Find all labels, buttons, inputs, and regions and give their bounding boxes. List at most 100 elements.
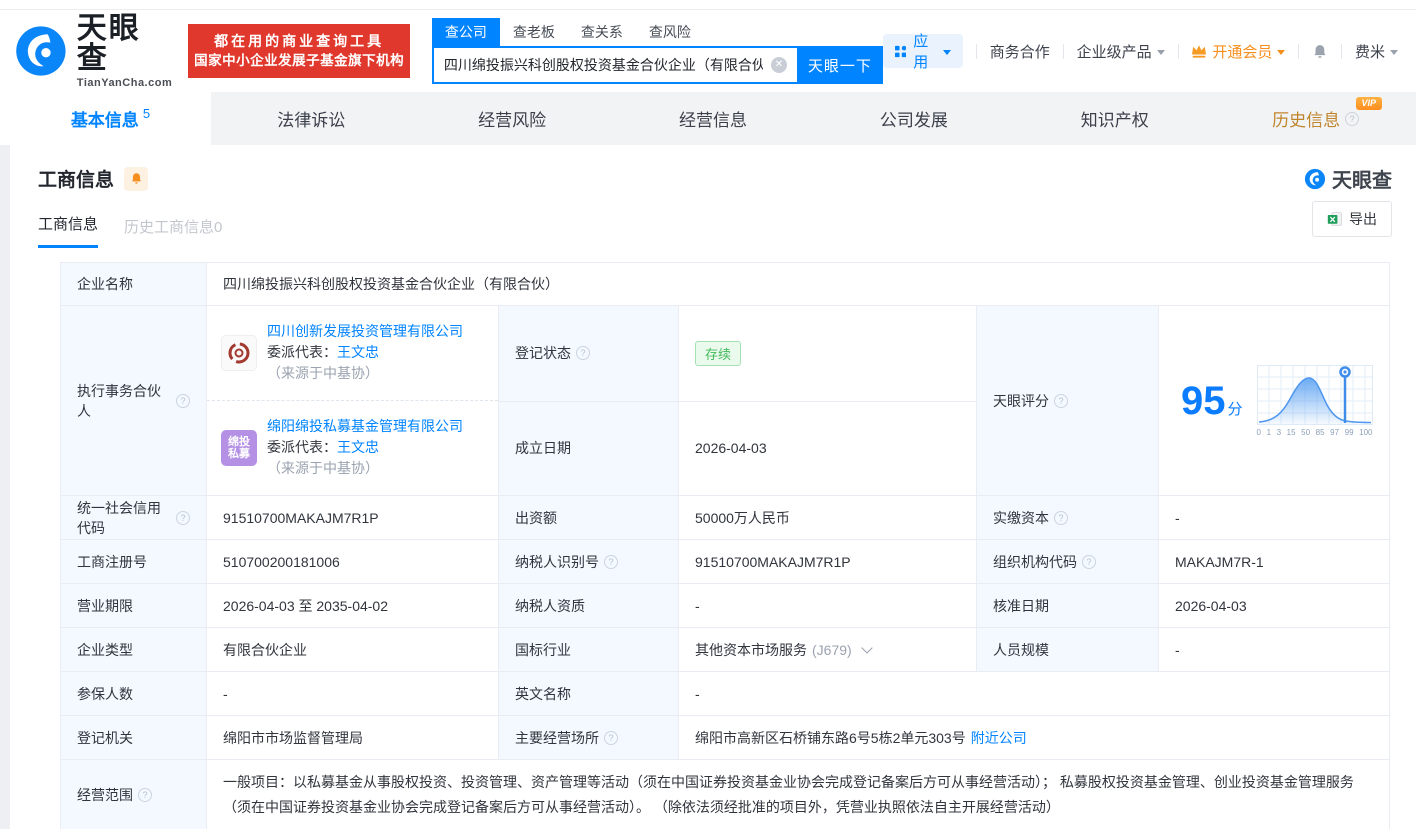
tab-company-development[interactable]: 公司发展 [813, 92, 1014, 145]
help-icon[interactable] [138, 788, 152, 802]
caret-down-icon [1390, 50, 1398, 55]
badge-line: 绵投 [228, 436, 250, 448]
field-label: 英文名称 [515, 684, 571, 704]
tab-count-badge: 5 [143, 106, 150, 121]
field-value: 绵阳市市场监督管理局 [223, 728, 363, 748]
caret-down-icon [943, 50, 951, 55]
promo-banner: 都在用的商业查询工具 国家中小企业发展子基金旗下机构 [188, 24, 409, 78]
logo-title: 天眼查 [77, 14, 173, 74]
subscribe-bell-button[interactable] [124, 167, 148, 191]
help-icon[interactable] [1345, 112, 1359, 126]
field-value: - [1175, 510, 1180, 526]
field-value: 91510700MAKAJM7R1P [695, 554, 851, 570]
clear-icon[interactable]: ✕ [771, 57, 787, 73]
help-icon[interactable] [1054, 394, 1068, 408]
nav-open-vip[interactable]: 开通会员 [1191, 41, 1285, 62]
search-tab-relation[interactable]: 查关系 [568, 18, 636, 46]
field-value: 510700200181006 [223, 554, 340, 570]
search-input[interactable] [432, 46, 797, 84]
field-value: - [695, 686, 700, 702]
search-button[interactable]: 天眼一下 [797, 46, 883, 84]
partner-company-link[interactable]: 绵阳绵投私募基金管理有限公司 [267, 416, 488, 437]
nav-enterprise-products[interactable]: 企业级产品 [1077, 41, 1165, 62]
bell-icon [130, 172, 143, 185]
field-label: 纳税人识别号 [515, 552, 599, 572]
field-value: 2026-04-03 [695, 440, 767, 456]
chevron-down-icon[interactable] [861, 642, 872, 653]
tab-operation-info[interactable]: 经营信息 [613, 92, 814, 145]
partner-badge: 绵投 私募 [221, 430, 257, 466]
nearby-companies-link[interactable]: 附近公司 [971, 728, 1027, 748]
help-icon[interactable] [176, 511, 190, 525]
search-tab-boss[interactable]: 查老板 [500, 18, 568, 46]
business-scope-value: 一般项目：以私募基金从事股权投资、投资管理、资产管理等活动（须在中国证券投资基金… [223, 770, 1375, 820]
tab-history-info[interactable]: VIP 历史信息 [1215, 92, 1416, 145]
nav-business-coop[interactable]: 商务合作 [990, 41, 1050, 62]
search-tabs: 查公司 查老板 查关系 查风险 [432, 18, 883, 46]
subtab-bar: 工商信息 历史工商信息0 [10, 193, 1416, 248]
nav-divider [1341, 44, 1342, 59]
industry-value: 其他资本市场服务 [695, 640, 807, 660]
notification-bell-icon[interactable] [1312, 42, 1328, 61]
partner-item: 四川创新发展投资管理有限公司 委派代表：王文忠（来源于中基协） [207, 306, 498, 401]
table-row: 参保人数 - 英文名称 - [61, 671, 1389, 715]
tianyancha-logo-icon [1304, 168, 1326, 190]
bell-curve-chart [1257, 365, 1373, 425]
company-name-value: 四川绵投振兴科创股权投资基金合伙企业（有限合伙） [223, 274, 559, 294]
address-value: 绵阳市高新区石桥铺东路6号5栋2单元303号 [695, 728, 966, 748]
tab-intellectual-property[interactable]: 知识产权 [1014, 92, 1215, 145]
table-row: 执行事务合伙人 四川创新发展投资管理有限公司 委派代表： [61, 305, 1389, 495]
help-icon[interactable] [604, 555, 618, 569]
field-label: 组织机构代码 [993, 552, 1077, 572]
field-label: 企业名称 [77, 274, 133, 294]
top-nav: 应用 商务合作 企业级产品 开通会员 费米 [883, 34, 1416, 68]
partner-company-link[interactable]: 四川创新发展投资管理有限公司 [267, 321, 488, 342]
field-value: MAKAJM7R-1 [1175, 554, 1264, 570]
field-value: - [223, 686, 228, 702]
excel-icon [1327, 211, 1343, 227]
site-header: 天眼查 TianYanCha.com 都在用的商业查询工具 国家中小企业发展子基… [0, 10, 1416, 92]
help-icon[interactable] [576, 346, 590, 360]
subtab-business-info[interactable]: 工商信息 [38, 213, 98, 248]
export-label: 导出 [1349, 209, 1377, 229]
nav-divider [1298, 44, 1299, 59]
table-row: 登记机关 绵阳市市场监督管理局 主要经营场所 绵阳市高新区石桥铺东路6号5栋2单… [61, 715, 1389, 759]
score-distribution-chart: 01 315 5085 9799 100 [1257, 365, 1373, 437]
help-icon[interactable] [1054, 511, 1068, 525]
representative-link[interactable]: 王文忠 [337, 344, 379, 360]
vip-badge: VIP [1356, 97, 1383, 110]
tianyancha-logo[interactable]: 天眼查 TianYanCha.com [14, 14, 172, 89]
vip-label: 开通会员 [1212, 41, 1272, 62]
table-row: 企业名称 四川绵投振兴科创股权投资基金合伙企业（有限合伙） [61, 263, 1389, 305]
banner-line1: 都在用的商业查询工具 [214, 31, 384, 51]
tab-legal-proceedings[interactable]: 法律诉讼 [211, 92, 412, 145]
export-button[interactable]: 导出 [1312, 201, 1392, 237]
representative-link[interactable]: 王文忠 [337, 439, 379, 455]
apps-label: 应用 [913, 30, 936, 72]
subtab-history-business-info[interactable]: 历史工商信息0 [124, 216, 222, 248]
rep-prefix: 委派代表： [267, 439, 337, 455]
user-menu[interactable]: 费米 [1355, 41, 1398, 62]
field-label: 纳税人资质 [515, 596, 585, 616]
field-value: - [1175, 642, 1180, 658]
tab-operation-risk[interactable]: 经营风险 [412, 92, 613, 145]
rep-prefix: 委派代表： [267, 344, 337, 360]
field-label: 主要经营场所 [515, 728, 599, 748]
help-icon[interactable] [604, 731, 618, 745]
section-title: 工商信息 [38, 165, 114, 192]
nav-divider [976, 44, 977, 59]
search-tab-company[interactable]: 查公司 [432, 18, 500, 46]
field-label: 经营范围 [77, 785, 133, 805]
field-label: 天眼评分 [993, 391, 1049, 411]
help-icon[interactable] [176, 394, 190, 408]
table-row: 营业期限 2026-04-03 至 2035-04-02 纳税人资质 - 核准日… [61, 583, 1389, 627]
search-tab-risk[interactable]: 查风险 [636, 18, 704, 46]
score-cell: 95 分 [1158, 306, 1391, 495]
section-header: 工商信息 天眼查 [10, 145, 1416, 193]
help-icon[interactable] [1082, 555, 1096, 569]
tab-basic-info[interactable]: 基本信息 5 [10, 92, 211, 145]
score-value: 95 分 [1181, 381, 1243, 421]
apps-menu[interactable]: 应用 [883, 34, 963, 68]
table-row: 统一社会信用代码 91510700MAKAJM7R1P 出资额 50000万人民… [61, 495, 1389, 539]
top-divider [0, 0, 1416, 10]
